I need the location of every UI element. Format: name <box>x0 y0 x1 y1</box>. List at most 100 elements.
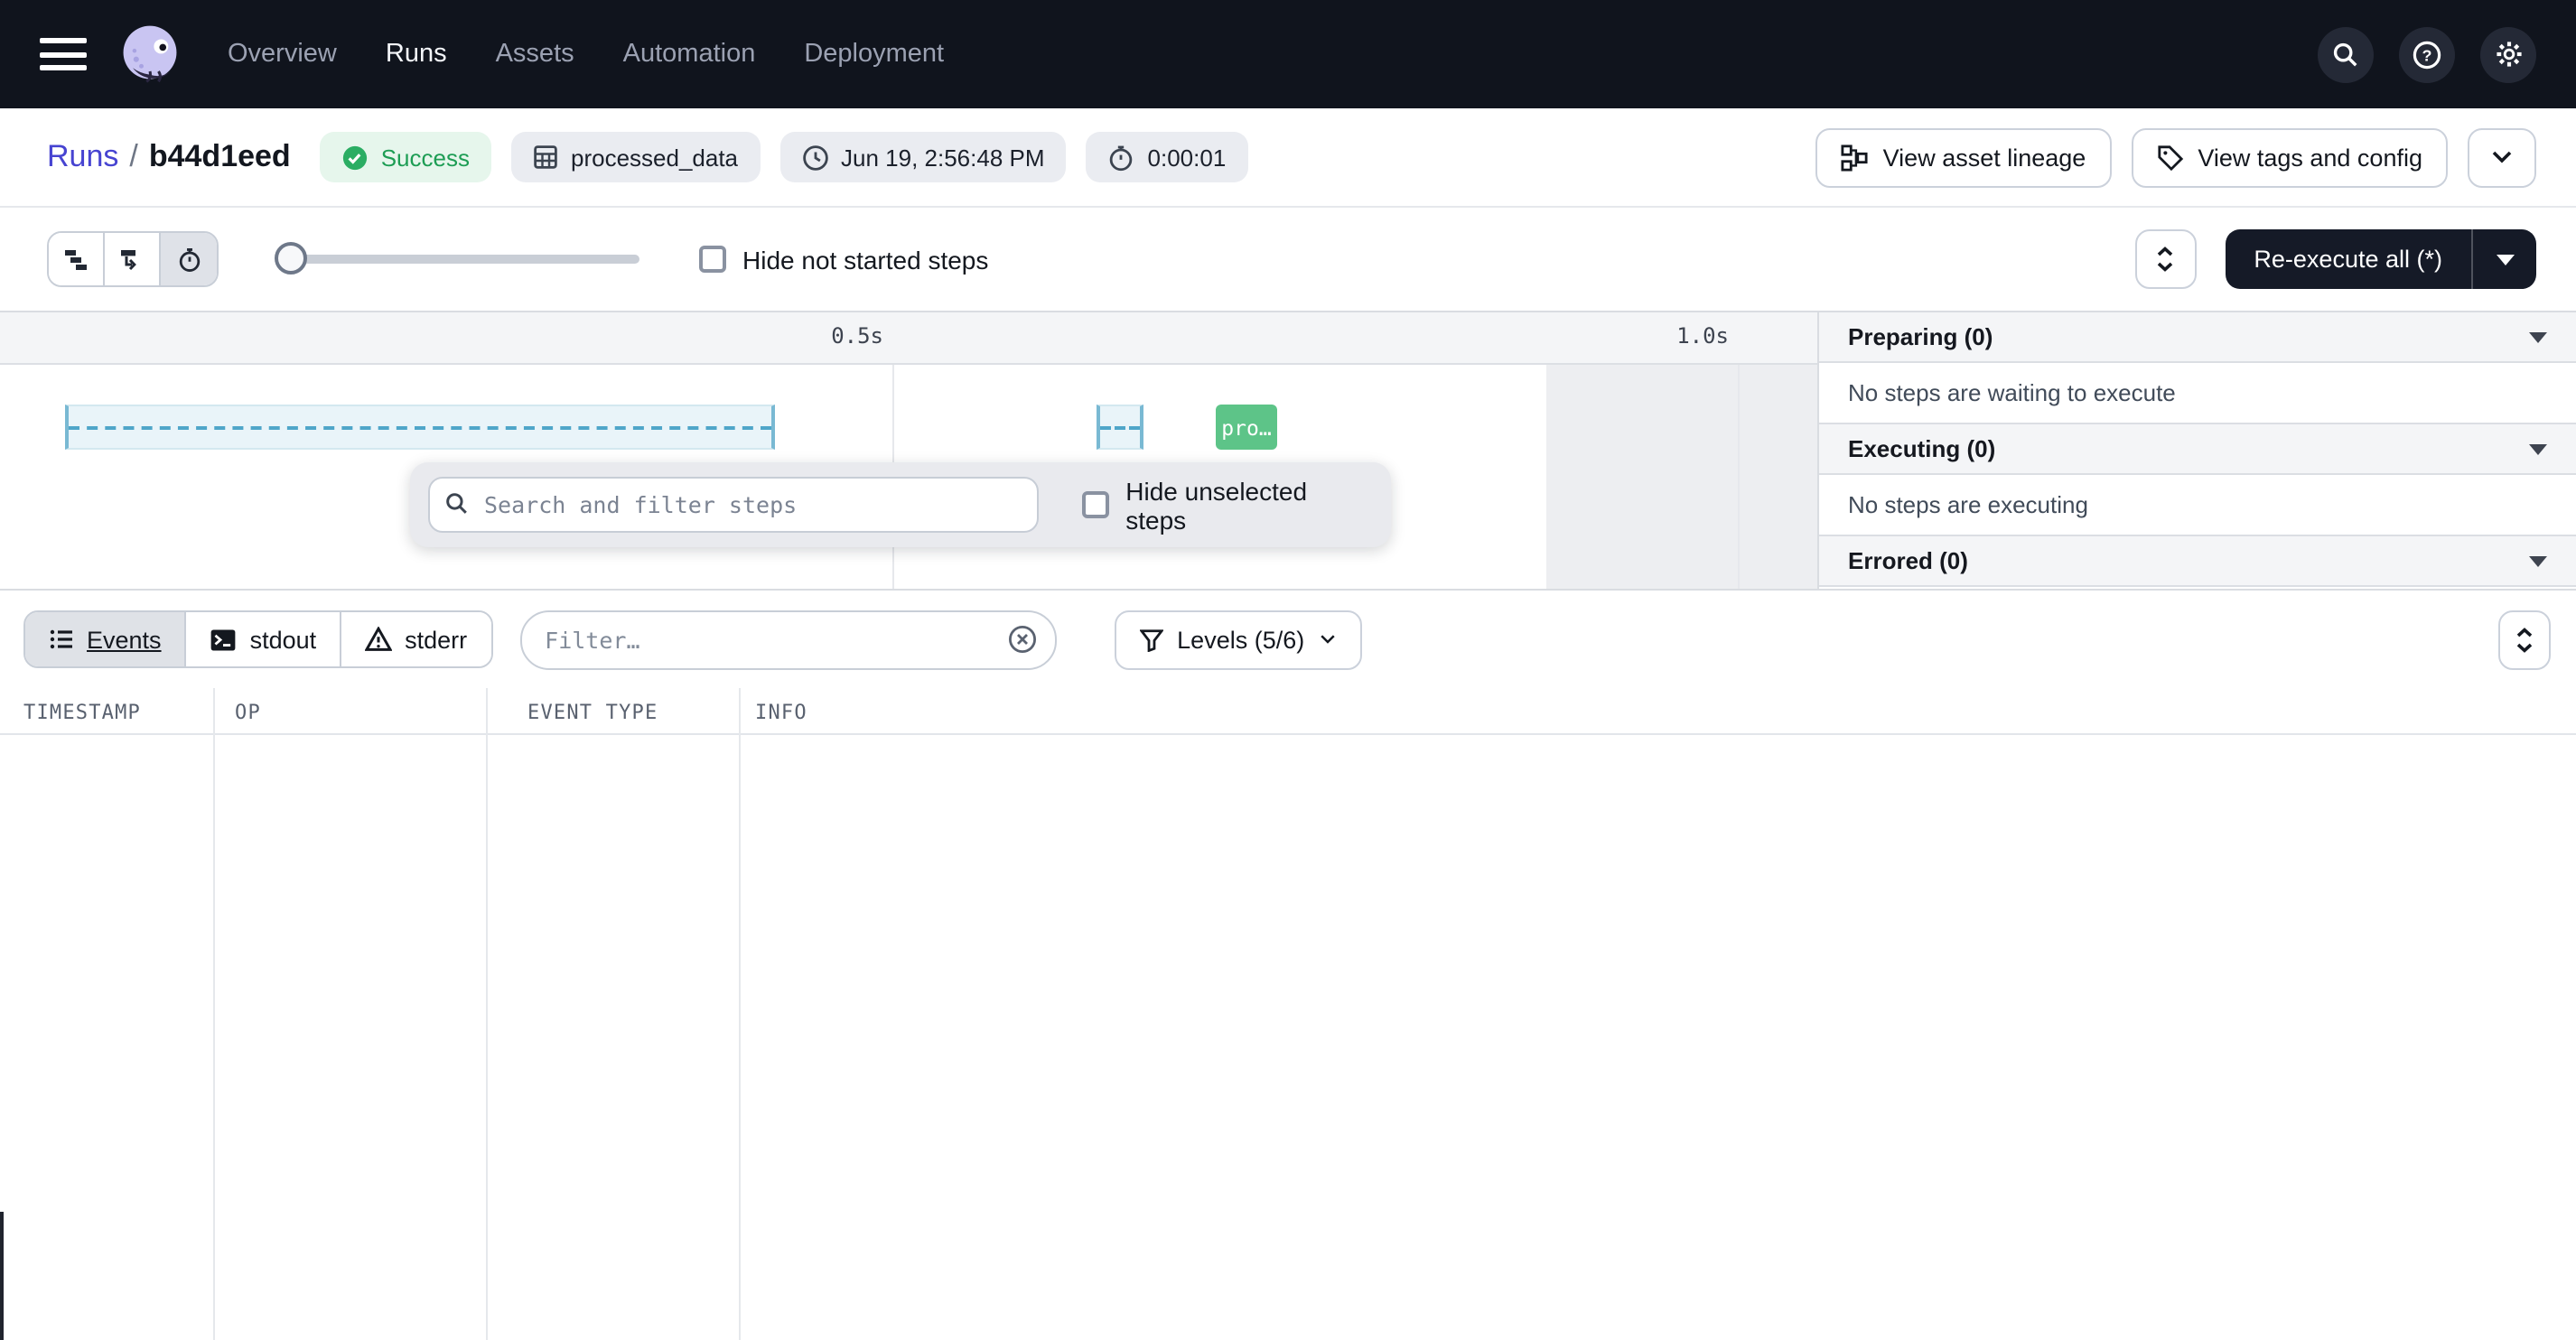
nav-assets[interactable]: Assets <box>496 40 574 69</box>
clear-filter-icon[interactable] <box>1007 624 1036 653</box>
gear-icon <box>2494 40 2523 69</box>
gantt-time-scale: 0.5s 1.0s <box>0 312 1817 365</box>
zoom-slider[interactable] <box>278 255 639 264</box>
header-more-actions-button[interactable] <box>2468 127 2536 187</box>
tab-events[interactable]: Events <box>25 612 187 666</box>
hide-unselected-label: Hide unselected steps <box>1125 476 1373 534</box>
panel-executing-body: No steps are executing <box>1819 475 2576 536</box>
search-icon <box>2332 41 2359 68</box>
gantt-step-chip[interactable]: pro… <box>1216 405 1277 450</box>
gantt-view-mode-group <box>47 231 219 287</box>
col-op: OP <box>235 701 261 724</box>
events-toolbar: Events stdout stderr Levels (5/6) <box>0 591 2576 688</box>
view-tags-config-button[interactable]: View tags and config <box>2131 127 2448 187</box>
hide-not-started-checkbox-row[interactable]: Hide not started steps <box>699 245 988 274</box>
table-header: TIMESTAMP OP EVENT TYPE INFO <box>0 688 2576 735</box>
tab-stderr[interactable]: stderr <box>341 612 490 666</box>
start-time-badge: Jun 19, 2:56:48 PM <box>779 132 1067 182</box>
tab-stdout[interactable]: stdout <box>187 612 342 666</box>
funnel-icon <box>1139 628 1162 651</box>
gridline-1-0s <box>1738 365 1740 589</box>
hide-unselected-checkbox[interactable] <box>1082 491 1109 518</box>
check-circle-icon <box>341 144 369 171</box>
log-tabs: Events stdout stderr <box>23 610 492 668</box>
reexecute-all-button[interactable]: Re-execute all (*) <box>2225 229 2536 289</box>
view-mode-flat-button[interactable] <box>49 233 105 285</box>
navbar-actions: ? <box>2318 26 2536 82</box>
gantt-span-bar-small[interactable] <box>1097 405 1143 450</box>
event-log-table: 2:56:48.780 PM processed_data ASSET_MATE… <box>0 688 2576 1340</box>
lineage-icon <box>1842 144 1869 171</box>
asset-table-icon <box>533 144 558 170</box>
col-timestamp: TIMESTAMP <box>23 701 141 724</box>
clock-icon <box>801 144 828 171</box>
dagster-run-page: Overview Runs Assets Automation Deployme… <box>0 0 2576 1340</box>
nav-overview[interactable]: Overview <box>228 40 337 69</box>
col-event-type: EVENT TYPE <box>527 701 658 724</box>
tick-1-0s: 1.0s <box>1676 323 1729 349</box>
search-small-icon <box>444 491 470 516</box>
asset-tag-badge[interactable]: processed_data <box>511 132 760 182</box>
unfold-icon <box>2515 626 2534 653</box>
search-button[interactable] <box>2318 26 2374 82</box>
view-mode-timed-button[interactable] <box>161 233 217 285</box>
tick-0-5s: 0.5s <box>831 323 883 349</box>
hide-not-started-checkbox[interactable] <box>699 246 726 273</box>
column-divider <box>739 688 741 1340</box>
stopwatch-small-icon <box>176 247 201 272</box>
status-badge: Success <box>320 132 491 182</box>
gantt-span-bar[interactable] <box>65 405 775 450</box>
flat-view-icon <box>63 247 89 272</box>
after-run-band <box>1546 365 1817 589</box>
step-search-input[interactable] <box>428 477 1039 533</box>
chevron-down-icon <box>1319 634 1337 645</box>
hide-unselected-checkbox-row[interactable]: Hide unselected steps <box>1082 476 1373 534</box>
caret-down-icon <box>2496 254 2514 265</box>
nav-automation[interactable]: Automation <box>623 40 756 69</box>
nav-runs[interactable]: Runs <box>386 40 447 69</box>
log-filter-input[interactable] <box>519 610 1056 669</box>
events-list-icon <box>49 627 74 652</box>
log-filter <box>519 610 1056 669</box>
panel-preparing-body: No steps are waiting to execute <box>1819 363 2576 424</box>
terminal-icon <box>210 628 238 651</box>
levels-filter-button[interactable]: Levels (5/6) <box>1114 610 1362 669</box>
step-status-panel: Preparing (0) No steps are waiting to ex… <box>1817 312 2576 589</box>
reexecute-dropdown-button[interactable] <box>2471 229 2536 289</box>
panel-errored-header[interactable]: Errored (0) <box>1819 536 2576 587</box>
caret-down-icon <box>2529 331 2547 342</box>
stopwatch-icon <box>1108 144 1135 171</box>
breadcrumb-separator: / <box>118 139 148 173</box>
run-id: b44d1eed <box>149 139 291 173</box>
column-divider <box>213 688 215 1340</box>
view-asset-lineage-button[interactable]: View asset lineage <box>1816 127 2112 187</box>
expand-log-button[interactable] <box>2498 610 2551 669</box>
hide-not-started-label: Hide not started steps <box>742 245 988 274</box>
chevron-down-icon <box>2491 150 2513 164</box>
zoom-slider-thumb[interactable] <box>275 242 307 275</box>
gantt-chart: 0.5s 1.0s pro… Hide unselected steps <box>0 312 1817 589</box>
unfold-icon <box>2155 246 2175 273</box>
gantt-toolbar: Hide not started steps Re-execute all (*… <box>0 208 2576 311</box>
breadcrumb: Runs/b44d1eed <box>47 139 291 175</box>
col-info: INFO <box>755 701 807 724</box>
view-mode-waterfall-button[interactable] <box>105 233 161 285</box>
unfold-steps-button[interactable] <box>2134 229 2196 289</box>
scrollbar-thumb[interactable] <box>0 1212 4 1340</box>
step-search <box>428 477 1039 533</box>
breadcrumb-runs-link[interactable]: Runs <box>47 139 118 173</box>
help-button[interactable]: ? <box>2399 26 2455 82</box>
caret-down-icon <box>2529 555 2547 566</box>
run-header: Runs/b44d1eed Success processed_data Jun… <box>0 108 2576 208</box>
hamburger-menu-icon[interactable] <box>40 38 87 70</box>
tag-icon <box>2156 144 2183 171</box>
gantt-section: 0.5s 1.0s pro… Hide unselected steps <box>0 311 2576 591</box>
panel-executing-header[interactable]: Executing (0) <box>1819 424 2576 475</box>
nav-deployment[interactable]: Deployment <box>804 40 944 69</box>
top-navbar: Overview Runs Assets Automation Deployme… <box>0 0 2576 108</box>
settings-button[interactable] <box>2480 26 2536 82</box>
duration-badge: 0:00:01 <box>1087 132 1248 182</box>
waterfall-view-icon <box>119 247 145 272</box>
dagster-logo-icon[interactable] <box>116 20 184 88</box>
panel-preparing-header[interactable]: Preparing (0) <box>1819 312 2576 363</box>
